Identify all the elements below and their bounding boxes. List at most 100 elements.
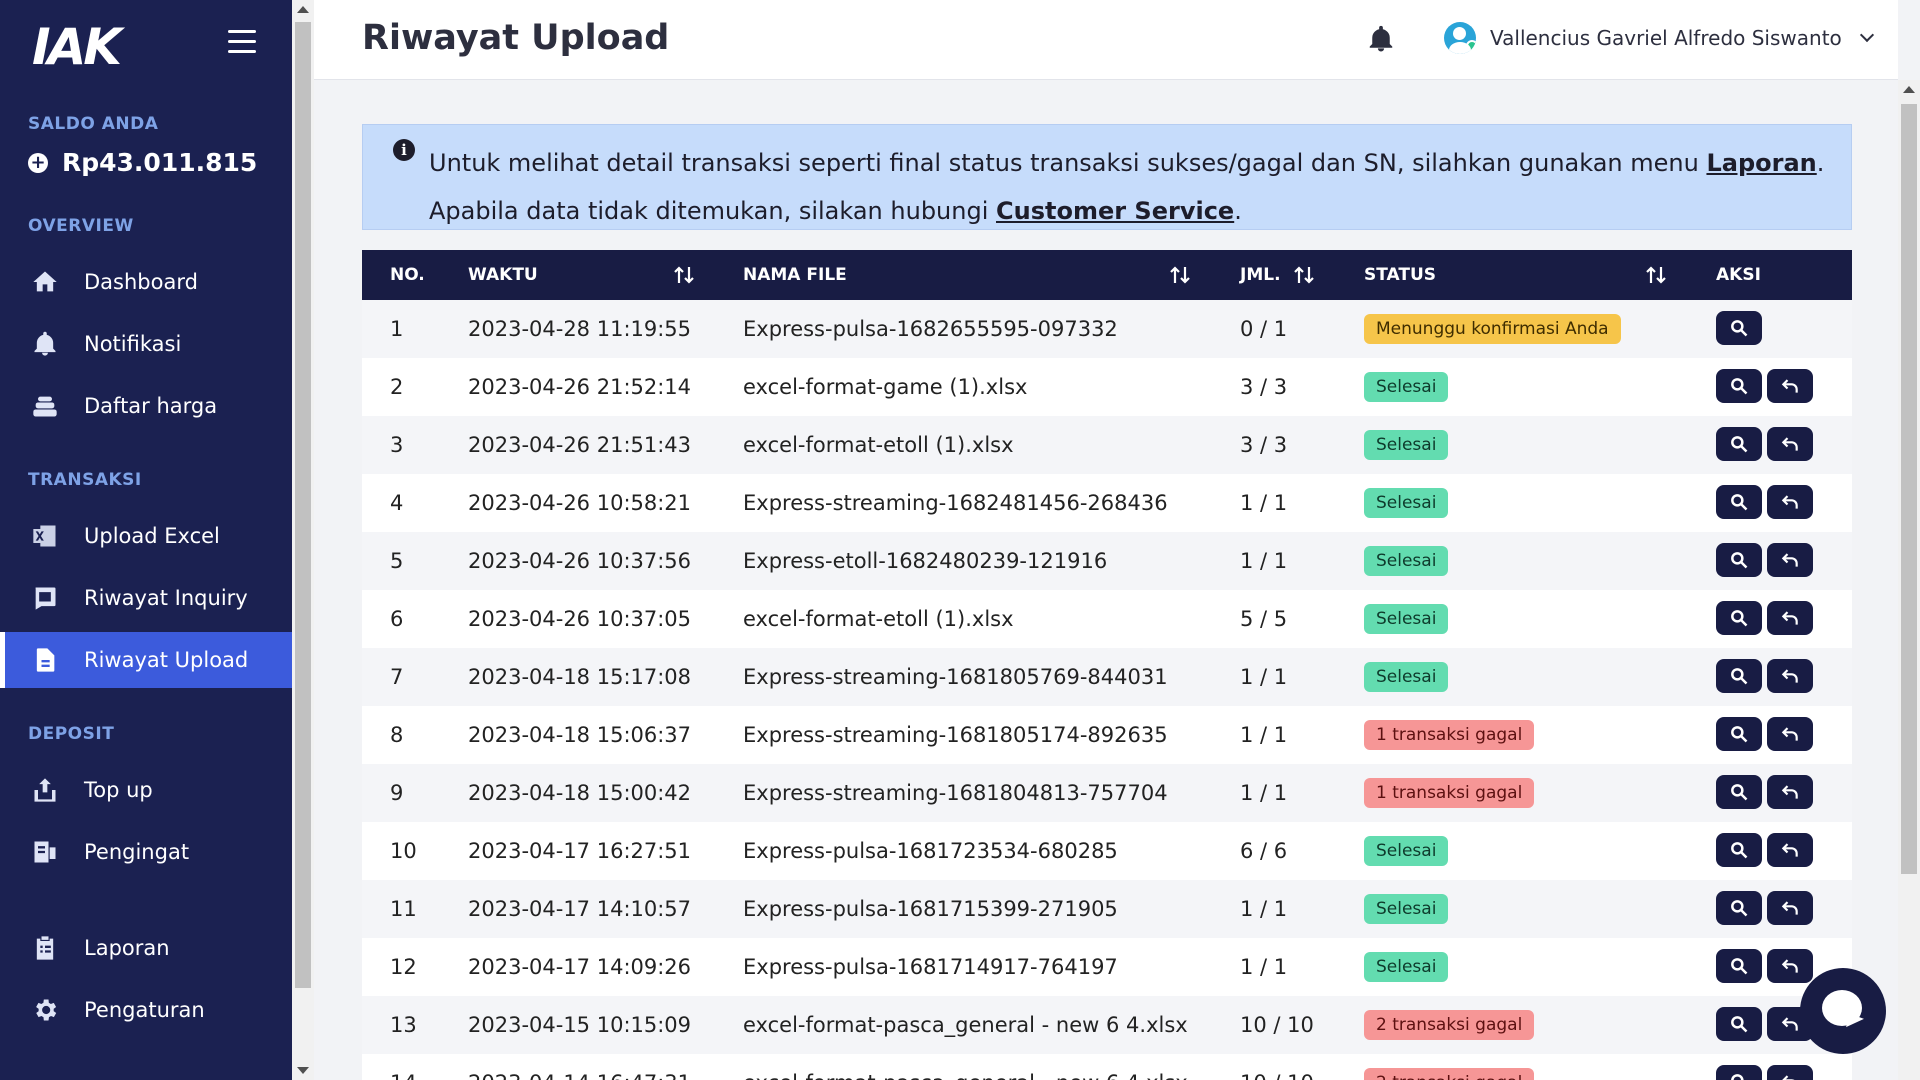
retry-button[interactable] bbox=[1767, 427, 1813, 461]
retry-button[interactable] bbox=[1767, 601, 1813, 635]
undo-arrow-icon bbox=[1780, 666, 1800, 686]
sidebar-item-label: Laporan bbox=[84, 936, 170, 960]
info-line-2: Apabila data tidak ditemukan, silakan hu… bbox=[429, 187, 1851, 235]
cell-jml: 1 / 1 bbox=[1240, 723, 1288, 747]
search-icon bbox=[1729, 1072, 1749, 1080]
view-detail-button[interactable] bbox=[1716, 833, 1762, 867]
cell-no: 14 bbox=[390, 1054, 417, 1080]
notification-bell-icon[interactable] bbox=[1366, 24, 1396, 54]
chat-widget-button[interactable] bbox=[1800, 968, 1886, 1054]
sort-status-icon[interactable] bbox=[1644, 263, 1668, 287]
cell-jml: 0 / 1 bbox=[1240, 317, 1288, 341]
user-name: Vallencius Gavriel Alfredo Siswanto bbox=[1490, 26, 1842, 50]
sort-jml-icon[interactable] bbox=[1292, 263, 1316, 287]
sidebar-item-notifikasi[interactable]: Notifikasi bbox=[0, 316, 292, 372]
logo[interactable]: IAK bbox=[32, 18, 122, 76]
sidebar-item-riwayat-upload[interactable]: Riwayat Upload bbox=[0, 632, 292, 688]
inquiry-icon bbox=[30, 583, 60, 613]
menu-toggle-icon[interactable] bbox=[228, 30, 256, 54]
info-text: . bbox=[1816, 149, 1825, 177]
cell-jml: 6 / 6 bbox=[1240, 839, 1288, 863]
scroll-up-icon[interactable] bbox=[297, 6, 309, 13]
top-header: Riwayat Upload Vallencius Gavriel Alfred… bbox=[314, 0, 1898, 80]
cell-nama-file: excel-format-etoll (1).xlsx bbox=[743, 433, 1014, 457]
scroll-up-icon[interactable] bbox=[1903, 86, 1915, 93]
view-detail-button[interactable] bbox=[1716, 311, 1762, 345]
retry-button[interactable] bbox=[1767, 543, 1813, 577]
view-detail-button[interactable] bbox=[1716, 717, 1762, 751]
col-header-jml: JML. bbox=[1240, 265, 1281, 285]
sidebar: IAK SALDO ANDA + Rp43.011.815 OVERVIEW D… bbox=[0, 0, 292, 1080]
retry-button[interactable] bbox=[1767, 369, 1813, 403]
table-row: 2 2023-04-26 21:52:14 excel-format-game (1… bbox=[362, 358, 1852, 416]
sidebar-item-label: Pengingat bbox=[84, 840, 190, 864]
info-text: . bbox=[1234, 197, 1242, 225]
sidebar-scrollbar[interactable] bbox=[292, 0, 314, 1080]
info-text: Apabila data tidak ditemukan, silakan hu… bbox=[429, 197, 996, 225]
table-row: 13 2023-04-15 10:15:09 excel-format-pasca_… bbox=[362, 996, 1852, 1054]
view-detail-button[interactable] bbox=[1716, 891, 1762, 925]
col-header-aksi: AKSI bbox=[1716, 265, 1761, 285]
cell-jml: 10 / 10 bbox=[1240, 1054, 1314, 1080]
sidebar-item-laporan[interactable]: Laporan bbox=[0, 920, 292, 976]
retry-button[interactable] bbox=[1767, 833, 1813, 867]
table-body: 1 2023-04-28 11:19:55 Express-pulsa-168265… bbox=[362, 300, 1852, 1080]
search-icon bbox=[1729, 318, 1749, 338]
sidebar-item-riwayat-inquiry[interactable]: Riwayat Inquiry bbox=[0, 570, 292, 626]
view-detail-button[interactable] bbox=[1716, 543, 1762, 577]
view-detail-button[interactable] bbox=[1716, 949, 1762, 983]
cell-jml: 1 / 1 bbox=[1240, 955, 1288, 979]
view-detail-button[interactable] bbox=[1716, 775, 1762, 809]
sidebar-item-label: Pengaturan bbox=[84, 998, 205, 1022]
sidebar-item-label: Notifikasi bbox=[84, 332, 182, 356]
scrollbar-thumb[interactable] bbox=[295, 22, 311, 988]
retry-button[interactable] bbox=[1767, 1065, 1813, 1080]
view-detail-button[interactable] bbox=[1716, 1065, 1762, 1080]
cell-nama-file: Express-pulsa-1682655595-097332 bbox=[743, 317, 1118, 341]
view-detail-button[interactable] bbox=[1716, 485, 1762, 519]
sidebar-item-daftar-harga[interactable]: Daftar harga bbox=[0, 378, 292, 434]
retry-button[interactable] bbox=[1767, 775, 1813, 809]
status-badge: Selesai bbox=[1364, 836, 1449, 866]
cell-waktu: 2023-04-15 10:15:09 bbox=[468, 1013, 692, 1037]
sort-nama-file-icon[interactable] bbox=[1168, 263, 1192, 287]
add-balance-icon[interactable]: + bbox=[28, 152, 48, 173]
info-icon: i bbox=[393, 139, 415, 161]
main-scrollbar[interactable] bbox=[1898, 80, 1920, 1080]
sidebar-item-upload-excel[interactable]: Upload Excel bbox=[0, 508, 292, 564]
sidebar-item-top-up[interactable]: Top up bbox=[0, 762, 292, 818]
laporan-link[interactable]: Laporan bbox=[1706, 149, 1816, 177]
sidebar-item-pengingat[interactable]: Pengingat bbox=[0, 824, 292, 880]
retry-button[interactable] bbox=[1767, 485, 1813, 519]
view-detail-button[interactable] bbox=[1716, 659, 1762, 693]
cell-jml: 1 / 1 bbox=[1240, 781, 1288, 805]
view-detail-button[interactable] bbox=[1716, 369, 1762, 403]
topup-icon bbox=[30, 775, 60, 805]
undo-arrow-icon bbox=[1780, 1014, 1800, 1034]
undo-arrow-icon bbox=[1780, 492, 1800, 512]
info-text: Untuk melihat detail transaksi seperti f… bbox=[429, 149, 1707, 177]
customer-service-link[interactable]: Customer Service bbox=[996, 197, 1234, 225]
retry-button[interactable] bbox=[1767, 949, 1813, 983]
scrollbar-thumb[interactable] bbox=[1901, 104, 1917, 874]
sort-waktu-icon[interactable] bbox=[672, 263, 696, 287]
sidebar-item-dashboard[interactable]: Dashboard bbox=[0, 254, 292, 310]
retry-button[interactable] bbox=[1767, 717, 1813, 751]
cell-waktu: 2023-04-17 14:10:57 bbox=[468, 897, 692, 921]
search-icon bbox=[1729, 840, 1749, 860]
search-icon bbox=[1729, 434, 1749, 454]
table-row: 6 2023-04-26 10:37:05 excel-format-etoll (… bbox=[362, 590, 1852, 648]
retry-button[interactable] bbox=[1767, 891, 1813, 925]
view-detail-button[interactable] bbox=[1716, 427, 1762, 461]
search-icon bbox=[1729, 724, 1749, 744]
stack-icon bbox=[30, 391, 60, 421]
view-detail-button[interactable] bbox=[1716, 1007, 1762, 1041]
user-menu[interactable]: Vallencius Gavriel Alfredo Siswanto bbox=[1444, 22, 1874, 54]
view-detail-button[interactable] bbox=[1716, 601, 1762, 635]
sidebar-item-pengaturan[interactable]: Pengaturan bbox=[0, 982, 292, 1038]
cell-no: 5 bbox=[390, 549, 404, 573]
status-badge: Selesai bbox=[1364, 662, 1449, 692]
status-badge: Selesai bbox=[1364, 546, 1449, 576]
scroll-down-icon[interactable] bbox=[297, 1067, 309, 1074]
retry-button[interactable] bbox=[1767, 659, 1813, 693]
